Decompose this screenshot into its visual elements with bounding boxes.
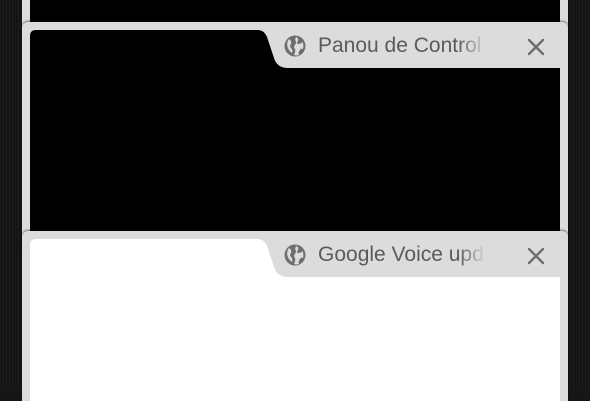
globe-icon xyxy=(284,244,306,266)
close-icon[interactable] xyxy=(525,36,547,58)
tab-card-panou[interactable]: Panou de Control xyxy=(22,22,568,252)
globe-icon xyxy=(284,35,306,57)
title-fade xyxy=(458,32,486,60)
close-icon[interactable] xyxy=(525,245,547,267)
tab-thumbnail[interactable] xyxy=(30,0,560,23)
tab-card-google-voice[interactable]: Google Voice update xyxy=(22,231,568,401)
title-fade xyxy=(458,241,486,269)
